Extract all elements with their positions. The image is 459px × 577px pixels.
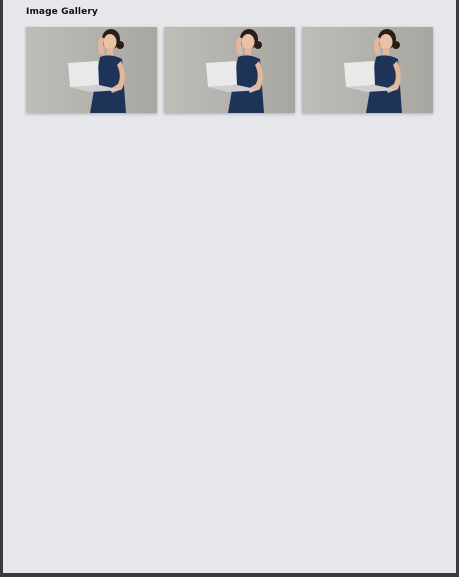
gallery-image-2[interactable] — [164, 27, 295, 113]
gallery-image-1[interactable] — [26, 27, 157, 113]
photo-woman-laptop-icon — [26, 27, 157, 113]
page-frame: Image Gallery — [3, 0, 456, 573]
photo-woman-laptop-icon — [164, 27, 295, 113]
image-gallery — [26, 27, 433, 113]
gallery-title: Image Gallery — [26, 7, 98, 17]
photo-woman-laptop-icon — [302, 27, 433, 113]
gallery-image-3[interactable] — [302, 27, 433, 113]
